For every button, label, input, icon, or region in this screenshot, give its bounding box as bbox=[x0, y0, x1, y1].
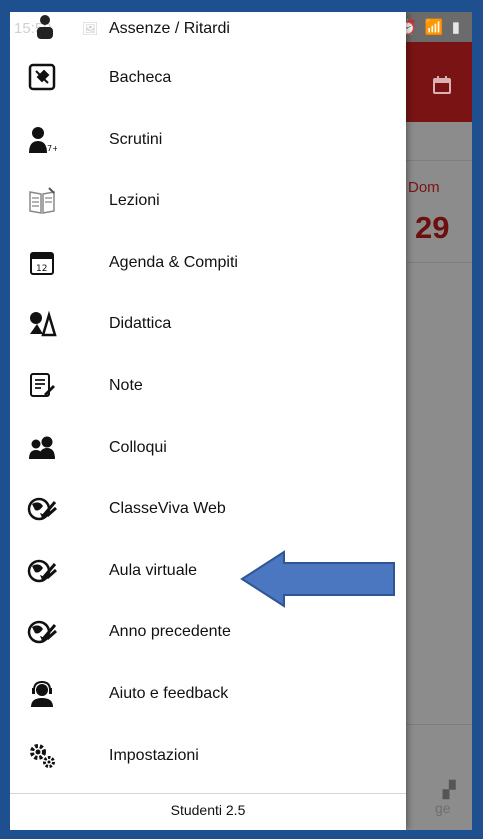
menu-item-assenze[interactable]: Assenze / Ritardi bbox=[10, 12, 406, 46]
menu-item-label: Assenze / Ritardi bbox=[109, 20, 230, 37]
menu-item-label: Agenda & Compiti bbox=[109, 253, 238, 271]
app-version: Studenti 2.5 bbox=[170, 802, 246, 818]
menu-item-label: Aiuto e feedback bbox=[109, 684, 229, 702]
menu-item-bacheca[interactable]: Bacheca bbox=[10, 48, 406, 110]
menu-item-anno-precedente[interactable]: Anno precedente bbox=[10, 602, 406, 664]
menu-item-label: Aula virtuale bbox=[109, 561, 198, 579]
svg-text:12: 12 bbox=[36, 264, 47, 274]
nav-icon: ▞ bbox=[443, 782, 456, 799]
gears-icon bbox=[27, 741, 57, 771]
menu-item-agenda[interactable]: 12 Agenda & Compiti bbox=[10, 233, 406, 295]
drawer-menu: Bacheca 7+ Scrutini Lezioni 12 Agenda & … bbox=[10, 48, 406, 787]
annotation-arrow bbox=[240, 550, 395, 608]
note-edit-icon bbox=[27, 371, 57, 401]
people-icon bbox=[27, 433, 57, 463]
menu-item-label: Didattica bbox=[109, 315, 172, 333]
calendar-icon[interactable] bbox=[432, 75, 452, 100]
menu-item-label: Bacheca bbox=[109, 69, 172, 86]
menu-item-impostazioni[interactable]: Impostazioni bbox=[10, 726, 406, 788]
menu-item-label: Scrutini bbox=[109, 130, 163, 148]
svg-text:7+: 7+ bbox=[47, 144, 57, 153]
didactics-icon bbox=[27, 309, 57, 339]
support-icon bbox=[27, 679, 57, 709]
nav-label: ge bbox=[435, 800, 451, 816]
globe-icon bbox=[27, 494, 57, 524]
divider bbox=[405, 160, 472, 161]
navigation-drawer: 15:59 🖼 Assenze / Ritardi Bacheca 7+ Scr… bbox=[10, 12, 406, 830]
menu-item-classeviva-web[interactable]: ClasseViva Web bbox=[10, 479, 406, 541]
menu-item-label: Impostazioni bbox=[109, 746, 199, 764]
absence-icon bbox=[32, 14, 58, 40]
phone-screen: ⏰ 📶 ▮ Dom 29 ▞ ge 15:59 🖼 Assenze / Rita… bbox=[10, 12, 472, 830]
globe-icon bbox=[27, 617, 57, 647]
menu-item-colloqui[interactable]: Colloqui bbox=[10, 418, 406, 480]
menu-item-lezioni[interactable]: Lezioni bbox=[10, 171, 406, 233]
globe-icon bbox=[27, 556, 57, 586]
day-number: 29 bbox=[415, 210, 450, 245]
menu-item-label: Note bbox=[109, 376, 143, 394]
menu-item-label: Lezioni bbox=[109, 192, 160, 210]
calendar-icon: 12 bbox=[27, 248, 57, 278]
day-label: Dom bbox=[408, 179, 440, 196]
menu-item-label: Anno precedente bbox=[109, 623, 231, 641]
menu-item-note[interactable]: Note bbox=[10, 356, 406, 418]
book-icon bbox=[27, 186, 57, 216]
menu-item-label: ClasseViva Web bbox=[109, 500, 226, 518]
divider bbox=[405, 724, 472, 725]
menu-item-didattica[interactable]: Didattica bbox=[10, 294, 406, 356]
status-icons: ⏰ 📶 ▮ bbox=[398, 19, 462, 36]
divider bbox=[405, 262, 472, 263]
menu-item-scrutini[interactable]: 7+ Scrutini bbox=[10, 110, 406, 172]
menu-item-aiuto[interactable]: Aiuto e feedback bbox=[10, 664, 406, 726]
pin-icon bbox=[27, 63, 57, 93]
drawer-footer: Studenti 2.5 bbox=[10, 793, 406, 830]
menu-item-label: Colloqui bbox=[109, 438, 167, 456]
grades-user-icon: 7+ bbox=[27, 125, 59, 155]
